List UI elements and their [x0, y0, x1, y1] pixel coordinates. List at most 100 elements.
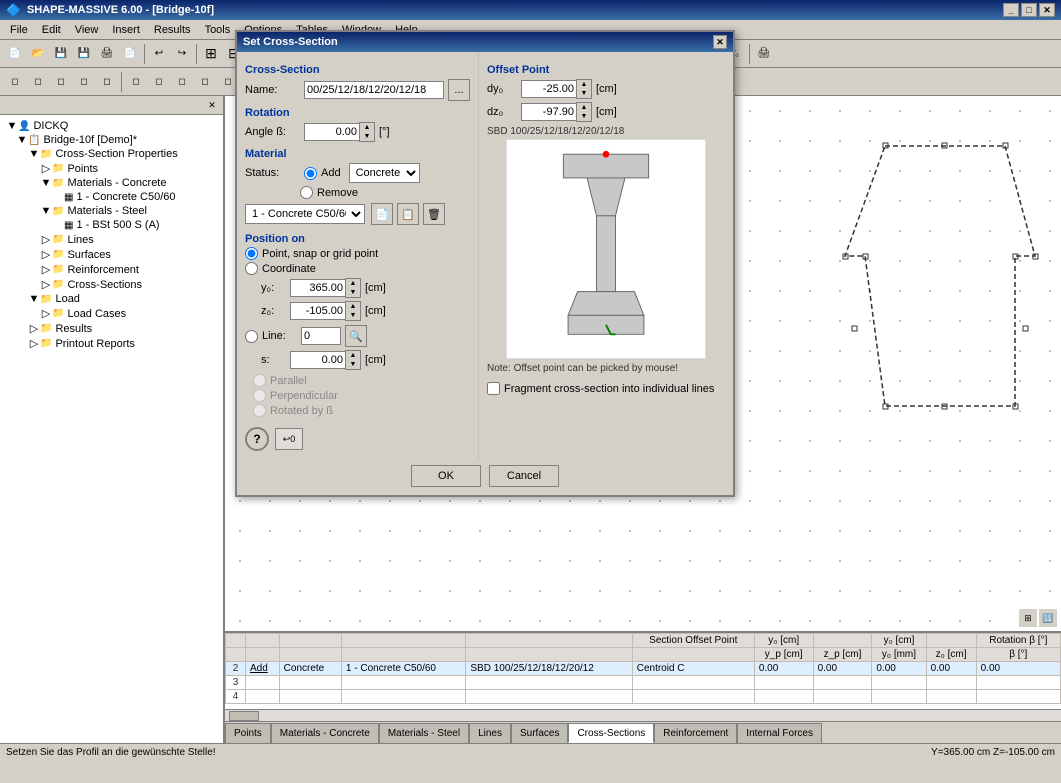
tree-item-3[interactable]: ▼ 📁 Materials - Concrete [4, 176, 219, 190]
tb2-5[interactable]: ◻ [96, 71, 118, 93]
tree-root[interactable]: ▼ 👤 DICKQ [4, 119, 219, 133]
z0-up-btn[interactable]: ▲ [346, 302, 360, 311]
mat-btn2[interactable]: 📋 [397, 203, 419, 225]
expand-14[interactable]: ▷ [28, 337, 40, 350]
parallel-radio[interactable] [253, 374, 266, 387]
tb-save[interactable]: 💾 [50, 43, 72, 65]
expand-8[interactable]: ▷ [40, 248, 52, 261]
menu-tools[interactable]: Tools [199, 22, 237, 38]
s-down-btn[interactable]: ▼ [346, 360, 360, 369]
dz0-down-btn[interactable]: ▼ [577, 112, 591, 121]
tab-lines[interactable]: Lines [469, 723, 511, 743]
dz0-input[interactable] [521, 103, 576, 121]
tb2-2[interactable]: ◻ [27, 71, 49, 93]
row1-add[interactable]: Add [246, 662, 280, 676]
help-button[interactable]: ? [245, 427, 269, 451]
mat-btn1[interactable]: 📄 [371, 203, 393, 225]
tab-cross-sections[interactable]: Cross-Sections [568, 723, 654, 743]
tb-print[interactable]: 🖨 [96, 43, 118, 65]
expand-13[interactable]: ▷ [28, 322, 40, 335]
tab-surfaces[interactable]: Surfaces [511, 723, 568, 743]
tree-item-1[interactable]: ▼ 📁 Cross-Section Properties [4, 147, 219, 161]
tree-item-5[interactable]: ▼ 📁 Materials - Steel [4, 204, 219, 218]
tree-item-0[interactable]: ▼ 📋 Bridge-10f [Demo]* [4, 133, 219, 147]
mat-value-select[interactable]: 1 - Concrete C50/60 [245, 204, 365, 224]
rotated-radio[interactable] [253, 404, 266, 417]
tab-points[interactable]: Points [225, 723, 271, 743]
line-browse-btn[interactable]: 🔍 [345, 325, 367, 347]
tb-redo[interactable]: ↪ [171, 43, 193, 65]
minimize-btn[interactable]: _ [1003, 3, 1019, 17]
menu-file[interactable]: File [4, 22, 34, 38]
expand-root[interactable]: ▼ [6, 120, 18, 132]
y0-down-btn[interactable]: ▼ [346, 288, 360, 297]
line-radio[interactable] [245, 330, 258, 343]
perpendicular-radio[interactable] [253, 389, 266, 402]
expand-7[interactable]: ▷ [40, 233, 52, 246]
mat-type-select[interactable]: Concrete [349, 163, 420, 183]
tree-item-8[interactable]: ▷ 📁 Surfaces [4, 247, 219, 262]
tb-new[interactable]: 📄 [4, 43, 26, 65]
tree-item-10[interactable]: ▷ 📁 Cross-Sections [4, 277, 219, 292]
expand-11[interactable]: ▼ [28, 293, 40, 305]
pos-option1-radio[interactable] [245, 247, 258, 260]
dy0-up-btn[interactable]: ▲ [577, 80, 591, 89]
angle-input[interactable] [304, 123, 359, 141]
s-input[interactable] [290, 351, 345, 369]
tb-print2[interactable]: 📄 [119, 43, 141, 65]
tb2-8[interactable]: ◻ [171, 71, 193, 93]
expand-2[interactable]: ▷ [40, 162, 52, 175]
expand-12[interactable]: ▷ [40, 307, 52, 320]
ok-button[interactable]: OK [411, 465, 481, 487]
menu-view[interactable]: View [69, 22, 105, 38]
remove-radio[interactable] [300, 186, 313, 199]
menu-insert[interactable]: Insert [106, 22, 146, 38]
tree-item-4[interactable]: ▦ 1 - Concrete C50/60 [4, 190, 219, 204]
dy0-down-btn[interactable]: ▼ [577, 89, 591, 98]
expand-1[interactable]: ▼ [28, 148, 40, 160]
tb-undo[interactable]: ↩ [148, 43, 170, 65]
expand-5[interactable]: ▼ [40, 205, 52, 217]
dy0-input[interactable] [521, 80, 576, 98]
tb2-3[interactable]: ◻ [50, 71, 72, 93]
y0-up-btn[interactable]: ▲ [346, 279, 360, 288]
tb2-1[interactable]: ◻ [4, 71, 26, 93]
line-input[interactable] [301, 327, 341, 345]
canvas-icon-2[interactable]: 🔢 [1039, 609, 1057, 627]
menu-results[interactable]: Results [148, 22, 197, 38]
tb-save2[interactable]: 💾 [73, 43, 95, 65]
close-btn[interactable]: ✕ [1039, 3, 1055, 17]
tab-mat-steel[interactable]: Materials - Steel [379, 723, 469, 743]
tree-item-6[interactable]: ▦ 1 - BSt 500 S (A) [4, 218, 219, 232]
y0-input[interactable] [290, 279, 345, 297]
panel-close-btn[interactable]: ✕ [205, 98, 219, 112]
tree-item-12[interactable]: ▷ 📁 Load Cases [4, 306, 219, 321]
tab-mat-concrete[interactable]: Materials - Concrete [271, 723, 379, 743]
tb2-9[interactable]: ◻ [194, 71, 216, 93]
tb2-4[interactable]: ◻ [73, 71, 95, 93]
tree-item-7[interactable]: ▷ 📁 Lines [4, 232, 219, 247]
add-radio[interactable] [304, 167, 317, 180]
tree-item-2[interactable]: ▷ 📁 Points [4, 161, 219, 176]
mat-btn3[interactable]: 🗑 [423, 203, 445, 225]
tb-grid[interactable]: ⊞ [200, 43, 222, 65]
reset-btn[interactable]: ↩0 [275, 428, 303, 450]
maximize-btn[interactable]: □ [1021, 3, 1037, 17]
tb2-6[interactable]: ◻ [125, 71, 147, 93]
expand-0[interactable]: ▼ [16, 134, 28, 146]
fragment-checkbox[interactable] [487, 382, 500, 395]
z0-down-btn[interactable]: ▼ [346, 311, 360, 320]
expand-6[interactable] [52, 219, 64, 231]
canvas-icon-1[interactable]: ⊞ [1019, 609, 1037, 627]
tree-item-13[interactable]: ▷ 📁 Results [4, 321, 219, 336]
dialog-close-button[interactable]: ✕ [713, 35, 727, 49]
tb-print3[interactable]: 🖨 [753, 43, 775, 65]
angle-up-btn[interactable]: ▲ [360, 123, 374, 132]
h-scrollbar[interactable] [225, 709, 1061, 721]
s-up-btn[interactable]: ▲ [346, 351, 360, 360]
tb2-7[interactable]: ◻ [148, 71, 170, 93]
name-input[interactable] [304, 81, 444, 99]
expand-3[interactable]: ▼ [40, 177, 52, 189]
angle-down-btn[interactable]: ▼ [360, 132, 374, 141]
expand-9[interactable]: ▷ [40, 263, 52, 276]
